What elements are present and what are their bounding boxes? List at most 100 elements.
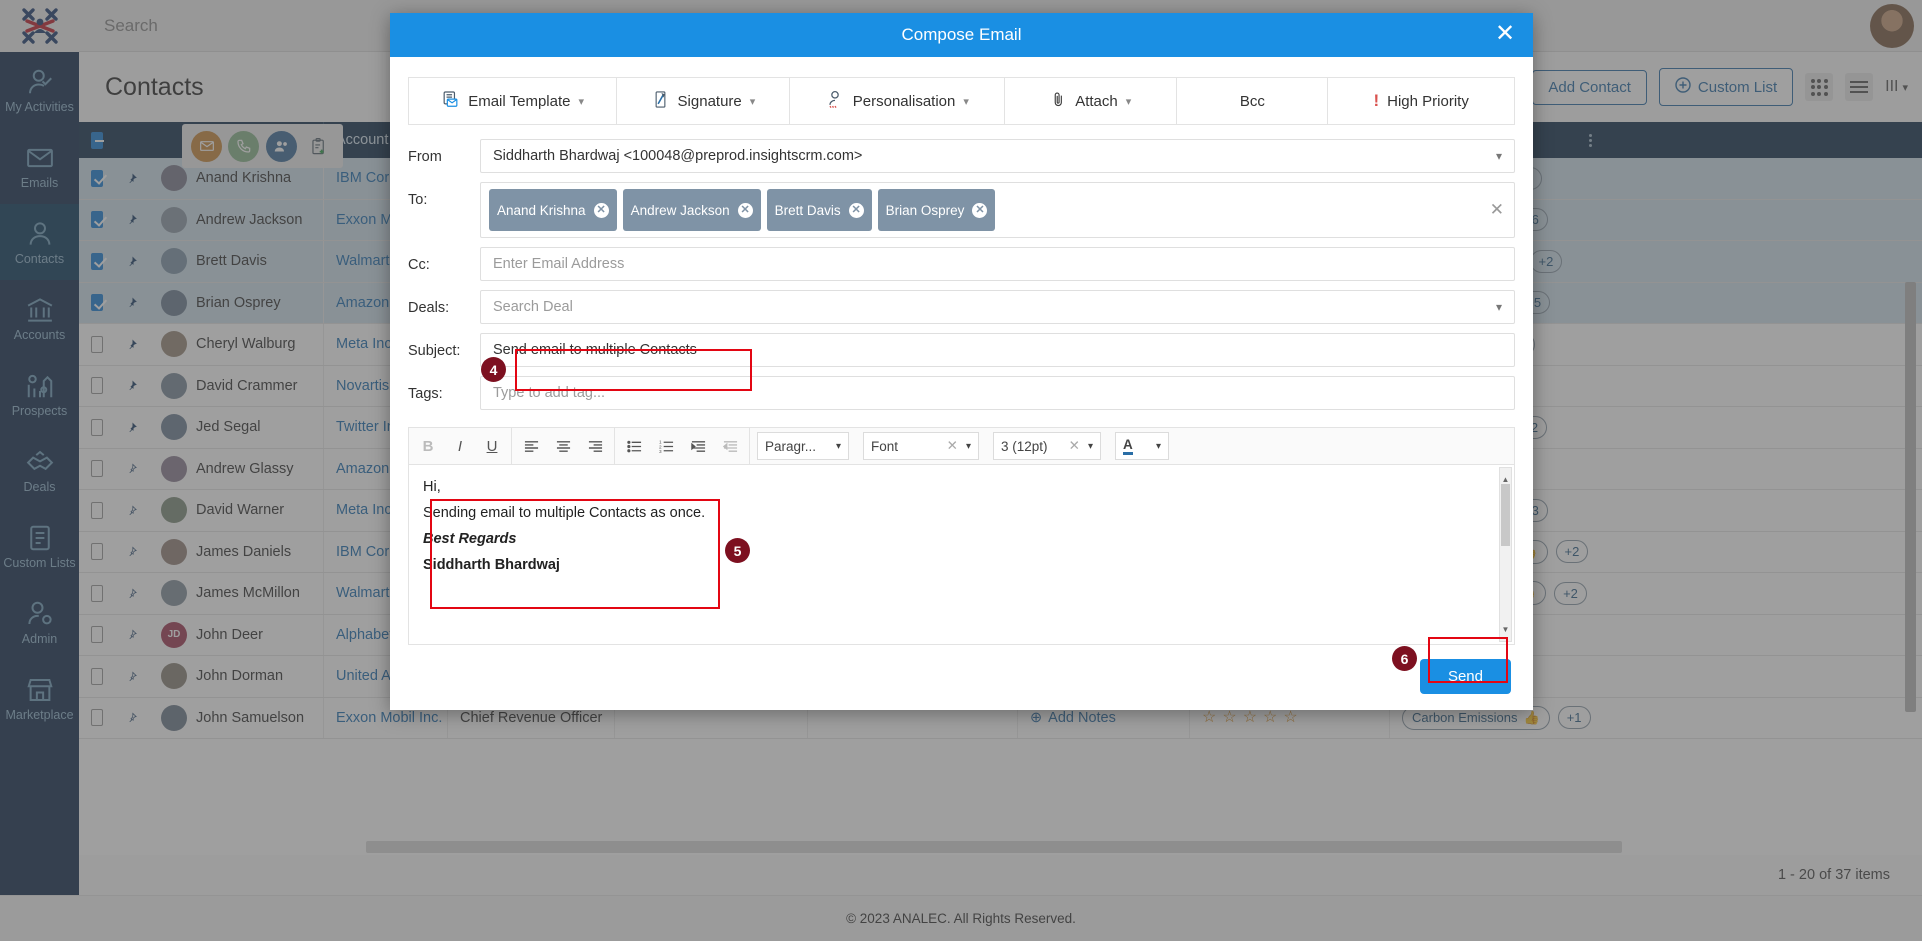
indent-button[interactable] (687, 435, 709, 457)
remove-recipient-icon[interactable]: ✕ (972, 202, 988, 218)
template-icon (441, 90, 460, 113)
personalisation-label: Personalisation (852, 92, 956, 110)
paragraph-format-value: Paragr... (765, 438, 817, 454)
editor-body[interactable]: Hi, Sending email to multiple Contacts as… (408, 465, 1515, 645)
subject-input[interactable]: Send email to multiple Contacts (480, 333, 1515, 367)
to-label: To: (408, 192, 428, 208)
attach-menu[interactable]: Attach ▾ (1005, 78, 1178, 124)
application-root: Search (0, 0, 1922, 941)
font-color-select[interactable]: A ▾ (1115, 432, 1169, 460)
cc-placeholder: Enter Email Address (493, 256, 625, 272)
editor-toolbar: B I U 123 Paragr... ▾ Font ✕ ▾ 3 (12pt) … (408, 427, 1515, 465)
send-button[interactable]: Send (1419, 659, 1511, 694)
to-row: To: Anand Krishna ✕ Andrew Jackson ✕ Brett… (408, 182, 1515, 238)
outdent-button[interactable] (719, 435, 741, 457)
attach-label: Attach (1075, 92, 1118, 110)
clear-font-size-icon[interactable]: ✕ (1069, 438, 1080, 454)
underline-button[interactable]: U (481, 435, 503, 457)
chevron-down-icon: ▾ (1155, 440, 1161, 452)
editor-list-group: 123 (615, 427, 750, 465)
bcc-label: Bcc (1239, 92, 1265, 110)
annotation-badge-5: 5 (725, 538, 750, 563)
signature-icon (651, 90, 670, 113)
font-size-select[interactable]: 3 (12pt) ✕ ▾ (993, 432, 1101, 460)
numbered-list-button[interactable]: 123 (655, 435, 677, 457)
deals-row: Deals: Search Deal ▾ (408, 290, 1515, 324)
subject-label: Subject: (408, 343, 461, 359)
recipient-label: Andrew Jackson (630, 202, 730, 218)
scroll-down-icon[interactable]: ▼ (1500, 619, 1511, 640)
remove-recipient-icon[interactable]: ✕ (848, 202, 864, 218)
bullet-list-button[interactable] (623, 435, 645, 457)
clear-recipients-icon[interactable]: ✕ (1490, 200, 1504, 220)
chevron-down-icon: ▾ (1087, 440, 1093, 452)
chevron-down-icon: ▾ (749, 95, 756, 108)
signature-label: Signature (677, 92, 742, 110)
editor-paragraph: Siddharth Bhardwaj (423, 557, 560, 573)
remove-recipient-icon[interactable]: ✕ (593, 202, 609, 218)
to-recipients-field[interactable]: Anand Krishna ✕ Andrew Jackson ✕ Brett Dav… (480, 182, 1515, 238)
high-priority-button[interactable]: ! High Priority (1328, 78, 1514, 124)
annotation-badge-4: 4 (481, 357, 506, 382)
recipient-chip[interactable]: Brian Osprey ✕ (877, 189, 996, 231)
align-center-button[interactable] (552, 435, 574, 457)
align-left-button[interactable] (520, 435, 542, 457)
high-priority-label: High Priority (1387, 92, 1469, 110)
editor-scrollbar[interactable]: ▲ ▼ (1499, 467, 1512, 642)
recipient-label: Brett Davis (774, 202, 841, 218)
signature-menu[interactable]: Signature ▾ (617, 78, 790, 124)
bold-button[interactable]: B (417, 435, 439, 457)
from-value: Siddharth Bhardwaj <100048@preprod.insig… (493, 148, 863, 164)
deals-placeholder: Search Deal (493, 299, 573, 315)
compose-toolbar: Email Template ▾ Signature ▾ Personalisa… (408, 77, 1515, 125)
editor-text-style-group: B I U (409, 427, 512, 465)
font-select[interactable]: Font ✕ ▾ (863, 432, 979, 460)
chevron-down-icon: ▾ (1125, 95, 1132, 108)
bcc-button[interactable]: Bcc (1177, 78, 1329, 124)
recipient-chip[interactable]: Anand Krishna ✕ (489, 189, 617, 231)
recipient-label: Brian Osprey (885, 202, 965, 218)
tags-input[interactable]: Type to add tag... (480, 376, 1515, 410)
recipient-chip[interactable]: Brett Davis ✕ (766, 189, 872, 231)
personalisation-icon (825, 89, 845, 113)
personalisation-menu[interactable]: Personalisation ▾ (790, 78, 1006, 124)
clear-font-icon[interactable]: ✕ (947, 438, 958, 454)
recipient-label: Anand Krishna (497, 202, 586, 218)
from-row: From Siddharth Bhardwaj <100048@preprod.… (408, 139, 1515, 173)
editor-paragraph: Best Regards (423, 531, 517, 547)
email-template-menu[interactable]: Email Template ▾ (409, 78, 618, 124)
font-size-value: 3 (12pt) (1001, 438, 1048, 454)
compose-email-dialog: Compose Email ✕ Email Template ▾ Signatu… (390, 13, 1533, 710)
font-color-value: A (1123, 437, 1133, 455)
remove-recipient-icon[interactable]: ✕ (737, 202, 753, 218)
italic-button[interactable]: I (449, 435, 471, 457)
align-right-button[interactable] (584, 435, 606, 457)
tags-row: Tags: Type to add tag... (408, 376, 1515, 410)
from-select[interactable]: Siddharth Bhardwaj <100048@preprod.insig… (480, 139, 1515, 173)
chevron-down-icon: ▾ (835, 440, 841, 452)
dialog-footer: Send (408, 645, 1515, 700)
cc-input[interactable]: Enter Email Address (480, 247, 1515, 281)
subject-value: Send email to multiple Contacts (493, 342, 697, 358)
cc-row: Cc: Enter Email Address (408, 247, 1515, 281)
annotation-badge-6: 6 (1392, 646, 1417, 671)
svg-text:3: 3 (659, 449, 662, 454)
editor-paragraph: Sending email to multiple Contacts as on… (423, 505, 706, 521)
chevron-down-icon: ▾ (1495, 300, 1502, 314)
paperclip-icon (1050, 91, 1067, 112)
from-label: From (408, 149, 442, 165)
deals-select[interactable]: Search Deal ▾ (480, 290, 1515, 324)
subject-row: Subject: Send email to multiple Contacts (408, 333, 1515, 367)
close-icon[interactable]: ✕ (1493, 22, 1517, 47)
paragraph-format-select[interactable]: Paragr... ▾ (757, 432, 849, 460)
chevron-down-icon: ▾ (965, 440, 971, 452)
font-value: Font (871, 438, 899, 454)
email-template-label: Email Template (468, 92, 571, 110)
editor-paragraph: Hi, (423, 479, 441, 495)
chevron-down-icon: ▾ (963, 95, 969, 108)
dialog-title: Compose Email (901, 25, 1022, 44)
deals-label: Deals: (408, 300, 450, 316)
editor-align-group (512, 427, 615, 465)
tags-label: Tags: (408, 386, 443, 402)
recipient-chip[interactable]: Andrew Jackson ✕ (622, 189, 761, 231)
